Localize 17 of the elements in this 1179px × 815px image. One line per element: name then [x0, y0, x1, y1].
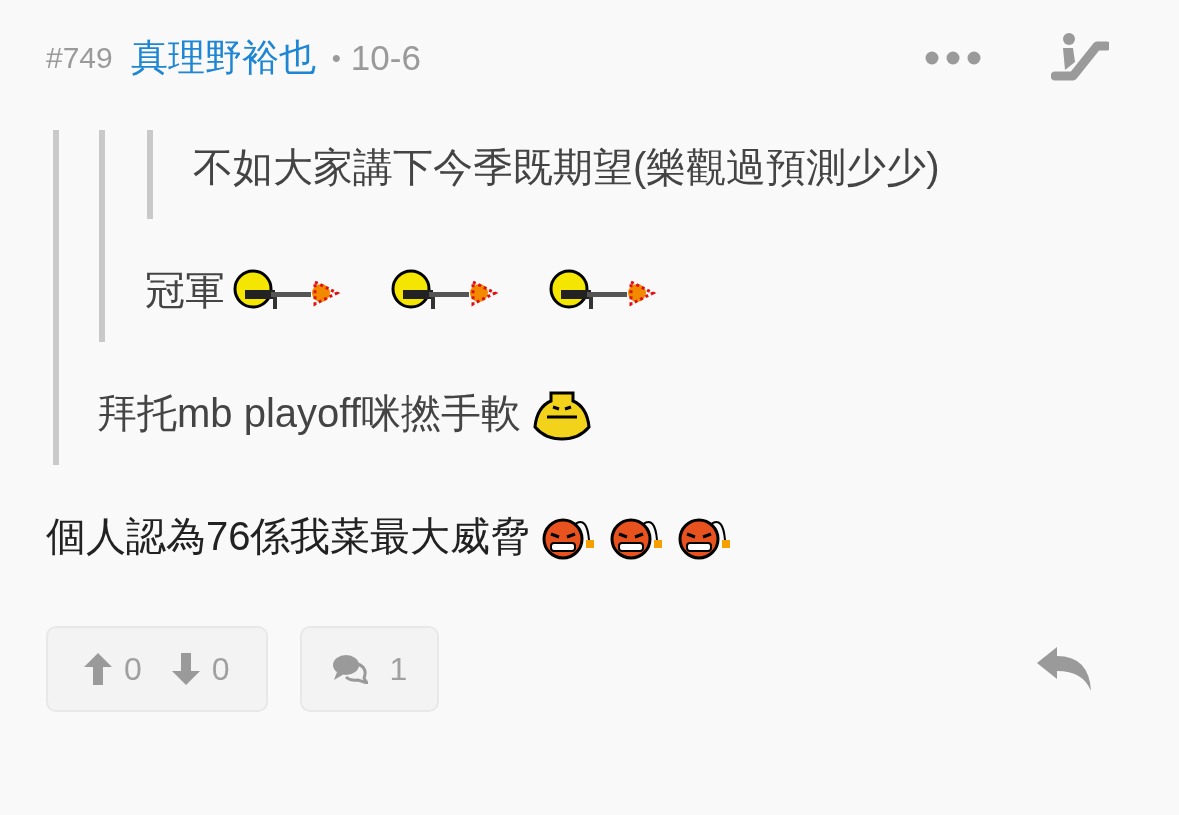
post-number: #749	[46, 41, 113, 75]
author-link[interactable]: 真理野裕也	[130, 33, 316, 83]
comments-button[interactable]: 1	[299, 626, 440, 712]
downvote-button[interactable]: 0	[171, 650, 230, 688]
more-icon[interactable]	[925, 51, 981, 65]
down-arrow-icon	[171, 653, 200, 685]
escalator-icon[interactable]	[1051, 32, 1109, 84]
reply-icon[interactable]	[1037, 647, 1091, 691]
quote-text: 拜托mb playoff咪撚手軟	[97, 390, 521, 437]
post-date: 10-6	[350, 38, 421, 78]
separator-dot: •	[331, 42, 341, 74]
quote-text: 冠軍	[145, 267, 225, 314]
quote-text: 不如大家講下今季既期望(樂觀過預測少少)	[193, 144, 940, 191]
post-text: 個人認為76係我菜最大威脅	[46, 513, 531, 560]
up-arrow-icon	[84, 653, 112, 685]
speech-bubbles-icon	[331, 654, 368, 684]
upvote-button[interactable]: 0	[84, 650, 142, 688]
